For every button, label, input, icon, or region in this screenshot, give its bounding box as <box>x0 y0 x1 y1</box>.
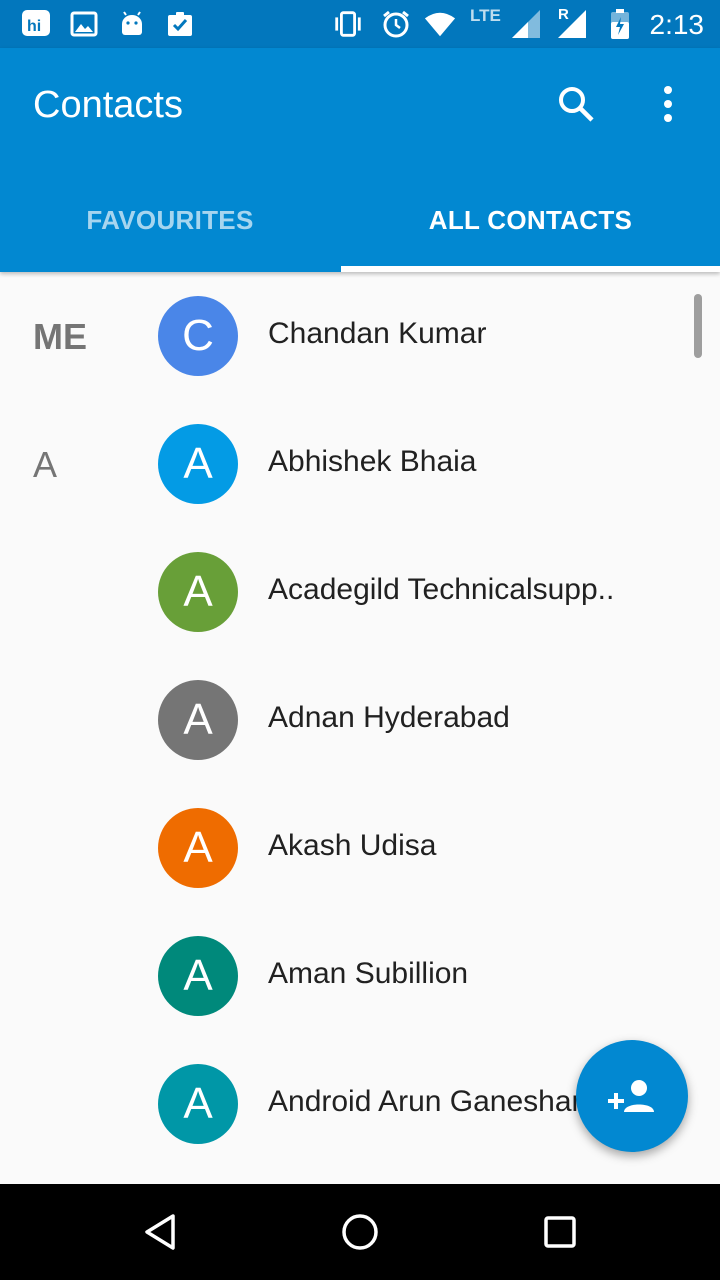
contact-row[interactable]: A A Abhishek Bhaia <box>0 400 720 528</box>
contact-row[interactable]: A Akash Udisa <box>0 784 720 912</box>
more-options-button[interactable] <box>644 80 692 128</box>
more-vert-icon <box>664 86 672 122</box>
tab-favourites[interactable]: FAVOURITES <box>0 168 340 272</box>
contact-row[interactable]: A Acadegild Technicalsupp.. <box>0 528 720 656</box>
avatar: A <box>158 552 238 632</box>
signal-icon <box>510 8 542 40</box>
clock: 2:13 <box>649 9 705 40</box>
back-button[interactable] <box>136 1208 184 1256</box>
add-person-icon <box>608 1080 654 1112</box>
section-header: ME <box>33 316 87 357</box>
wifi-icon <box>424 8 456 40</box>
contact-row[interactable]: A Adnan Hyderabad <box>0 656 720 784</box>
page-title: Contacts <box>33 84 183 126</box>
back-icon <box>145 1214 175 1250</box>
app-bar: Contacts FAVOURITES ALL CONTACTS <box>0 48 720 272</box>
avatar: C <box>158 296 238 376</box>
search-button[interactable] <box>552 80 600 128</box>
hike-icon: hi <box>20 8 52 40</box>
vibrate-icon <box>332 8 364 40</box>
signal-roaming-icon <box>556 8 588 40</box>
avatar: A <box>158 808 238 888</box>
add-contact-button[interactable] <box>576 1040 688 1152</box>
contact-name: Acadegild Technicalsupp.. <box>268 573 615 606</box>
contact-row[interactable]: ME C Chandan Kumar <box>0 272 720 400</box>
task-icon <box>164 8 196 40</box>
contact-name: Abhishek Bhaia <box>268 445 477 478</box>
tab-all-contacts[interactable]: ALL CONTACTS <box>341 168 720 272</box>
contact-name: Akash Udisa <box>268 829 437 862</box>
recents-button[interactable] <box>536 1208 584 1256</box>
navigation-bar <box>0 1184 720 1280</box>
contact-name: Chandan Kumar <box>268 317 487 350</box>
svg-text:hi: hi <box>27 18 41 35</box>
gallery-icon <box>68 8 100 40</box>
contact-name: Adnan Hyderabad <box>268 701 510 734</box>
home-icon <box>342 1214 378 1250</box>
contact-name: Android Arun Ganeshan <box>268 1085 589 1118</box>
search-icon <box>559 87 594 122</box>
avatar: A <box>158 936 238 1016</box>
alarm-icon <box>380 8 412 40</box>
avatar: A <box>158 680 238 760</box>
network-type-label: LTE <box>470 6 501 25</box>
avatar: A <box>158 424 238 504</box>
avatar: A <box>158 1064 238 1144</box>
battery-icon <box>604 8 636 40</box>
recents-icon <box>544 1216 576 1248</box>
status-bar: hi LTE R 2:13 <box>0 0 720 48</box>
section-header: A <box>33 444 58 485</box>
contact-name: Aman Subillion <box>268 957 469 990</box>
home-button[interactable] <box>336 1208 384 1256</box>
android-icon <box>116 8 148 40</box>
contact-row[interactable]: A Aman Subillion <box>0 912 720 1040</box>
